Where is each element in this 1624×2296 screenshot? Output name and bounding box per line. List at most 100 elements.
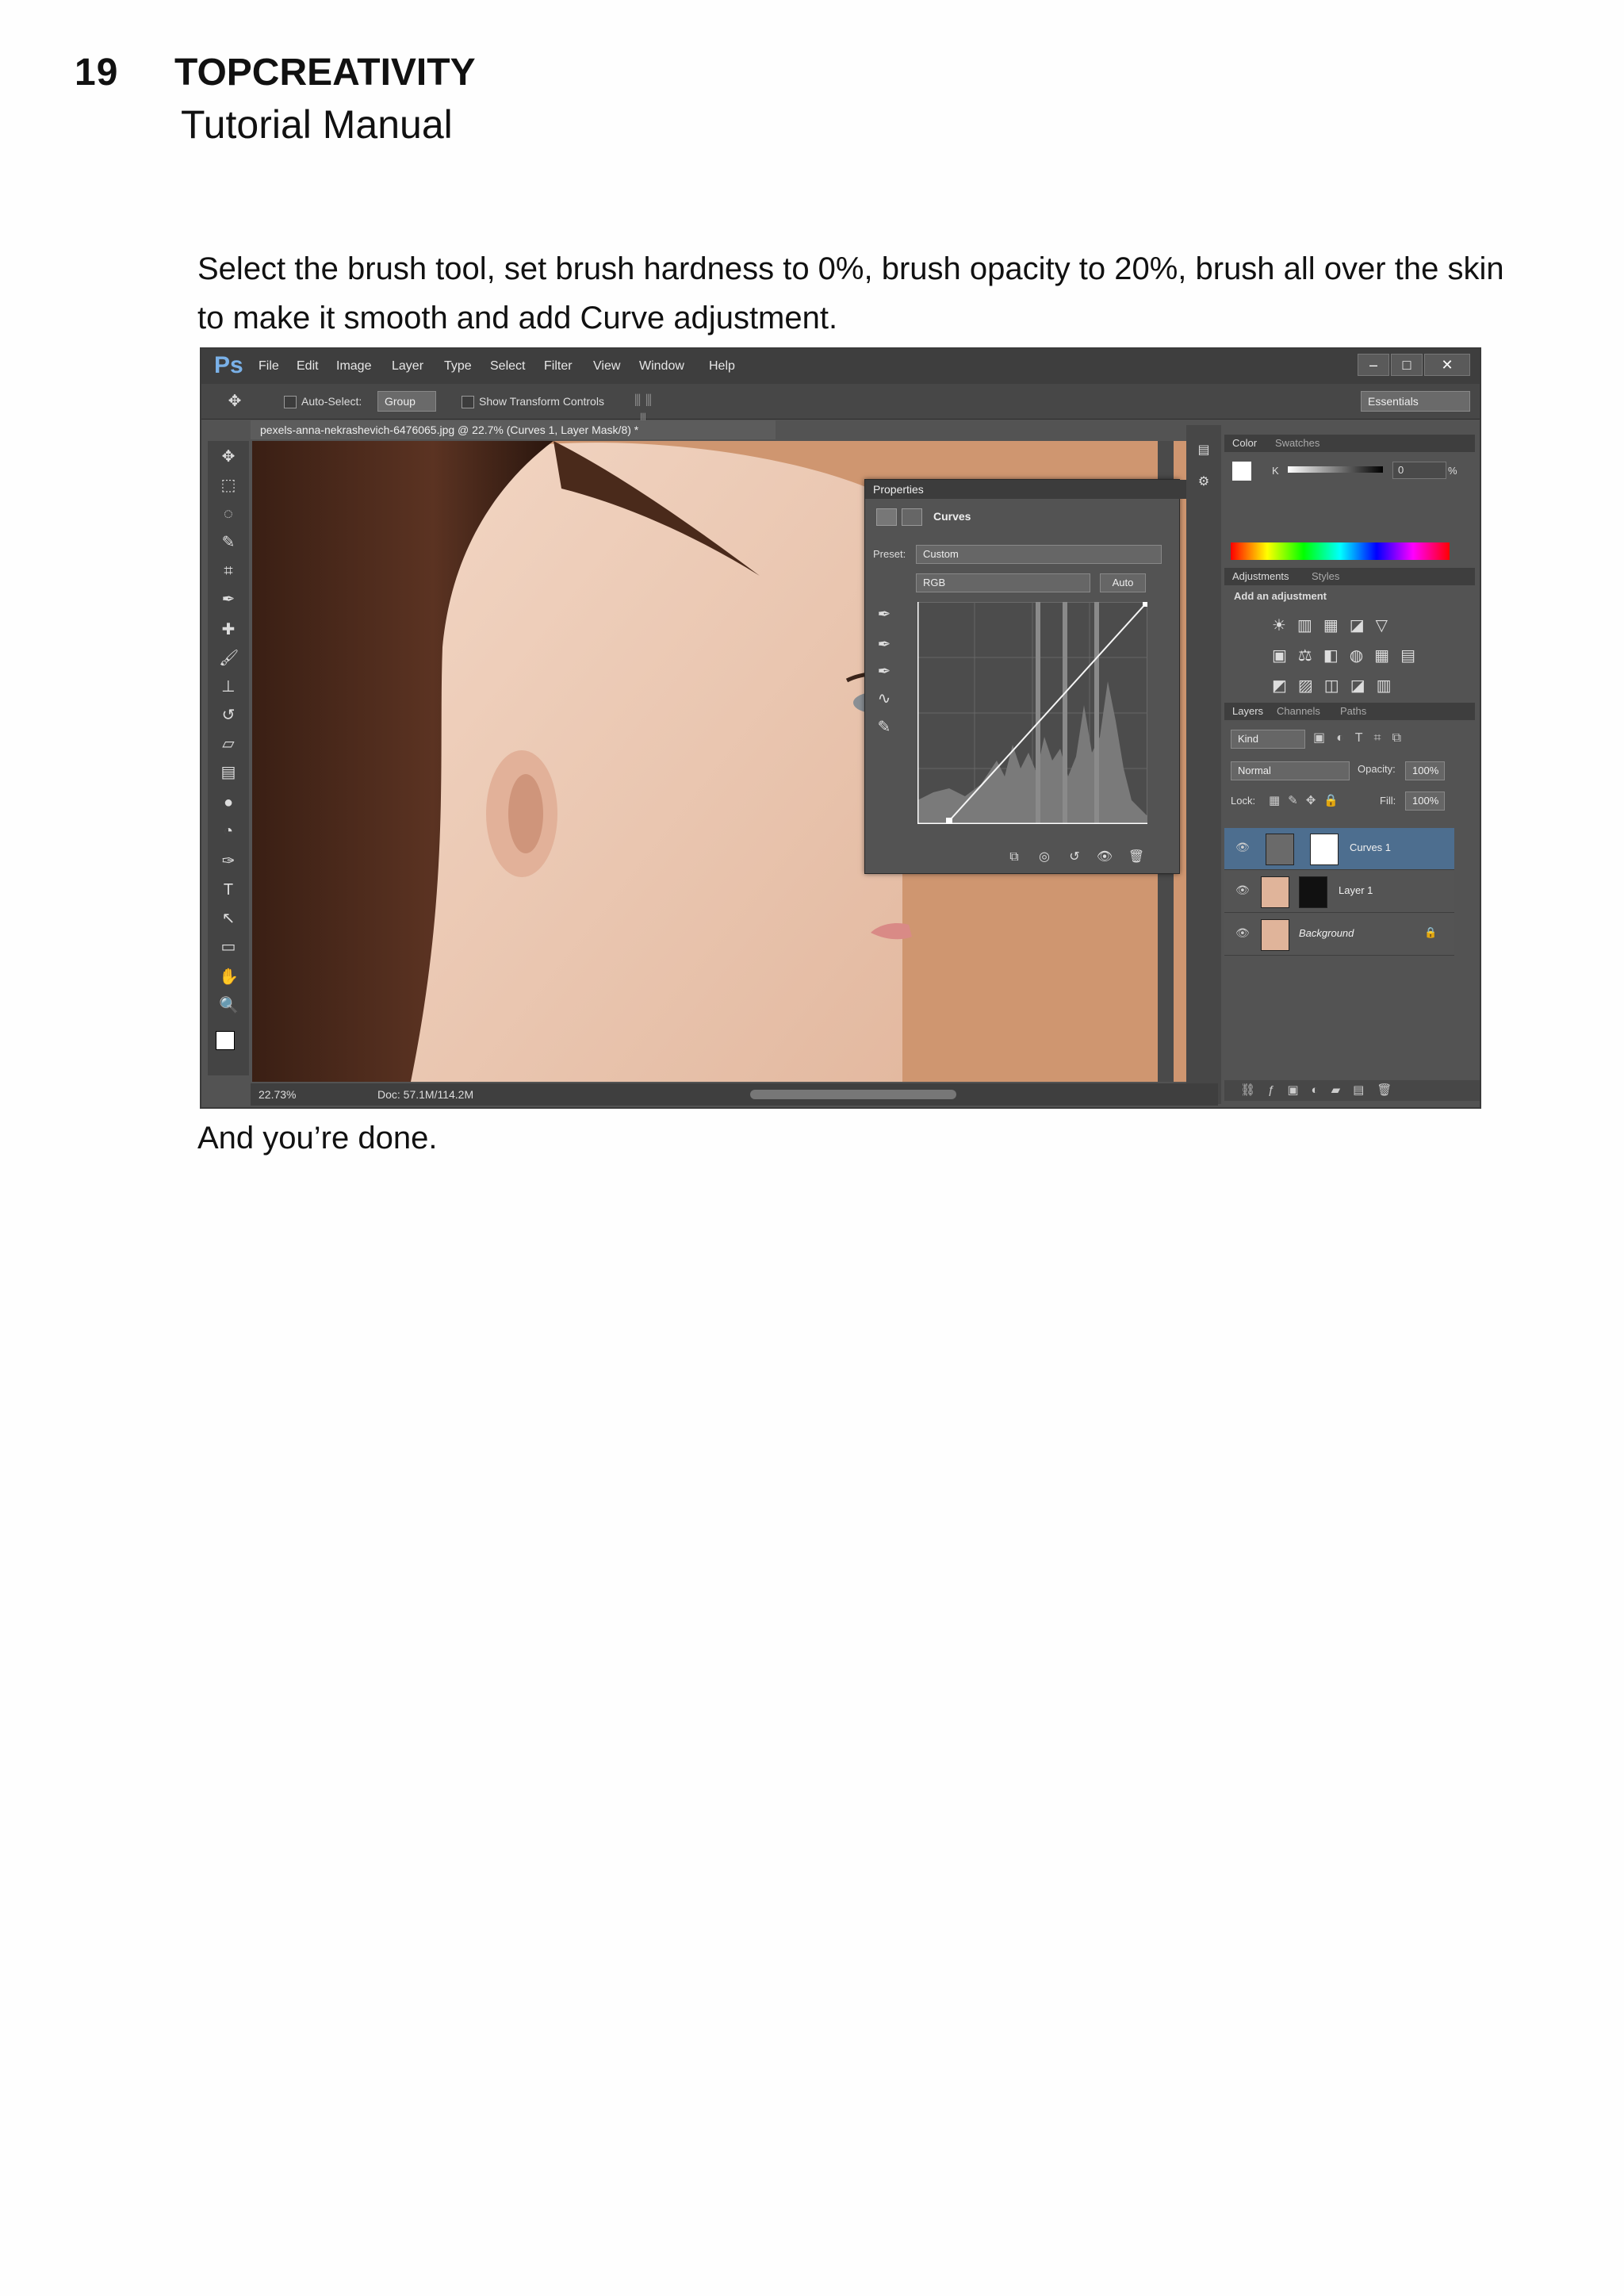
hand-tool-icon[interactable]: ✋: [219, 968, 239, 987]
menu-image[interactable]: Image: [336, 359, 371, 374]
horizontal-scrollbar[interactable]: [750, 1090, 956, 1099]
menu-window[interactable]: Window: [639, 359, 684, 374]
blend-mode-dropdown[interactable]: Normal: [1231, 761, 1350, 780]
visibility-icon[interactable]: 👁: [1095, 848, 1114, 867]
menu-edit[interactable]: Edit: [297, 359, 319, 374]
foreground-color-swatch[interactable]: [1232, 462, 1251, 481]
healing-brush-icon[interactable]: ✚: [219, 620, 238, 639]
marquee-tool-icon[interactable]: ⬚: [219, 476, 238, 495]
photoshop-screenshot: Ps File Edit Image Layer Type Select Fil…: [200, 347, 1481, 1109]
menu-filter[interactable]: Filter: [544, 359, 573, 374]
view-previous-icon[interactable]: ◎: [1035, 848, 1054, 867]
foreground-color-swatch[interactable]: [216, 1031, 235, 1050]
fill-input[interactable]: 100%: [1405, 792, 1445, 811]
properties-panel-icon[interactable]: ⚙: [1194, 473, 1213, 492]
menu-file[interactable]: File: [259, 359, 279, 374]
white-eyedropper-icon[interactable]: ✒: [875, 662, 894, 681]
trash-icon[interactable]: 🗑: [1127, 848, 1146, 867]
color-spectrum-bar[interactable]: [1231, 542, 1450, 560]
clip-to-layer-icon[interactable]: ⧉: [1005, 848, 1024, 867]
preset-dropdown[interactable]: Custom: [916, 545, 1162, 564]
k-slider[interactable]: [1288, 466, 1383, 473]
tab-styles[interactable]: Styles: [1312, 570, 1339, 582]
move-tool-icon[interactable]: ✥: [225, 392, 244, 411]
layer-row-layer1[interactable]: 👁 Layer 1: [1224, 871, 1454, 913]
eyedropper-icon[interactable]: ✒: [219, 590, 238, 609]
menu-layer[interactable]: Layer: [392, 359, 423, 374]
auto-button[interactable]: Auto: [1100, 573, 1146, 592]
eye-icon[interactable]: 👁: [1235, 884, 1250, 897]
close-icon[interactable]: ✕: [1424, 354, 1470, 376]
auto-select-dropdown[interactable]: Group: [377, 391, 436, 412]
zoom-level[interactable]: 22.73%: [259, 1088, 296, 1101]
menu-view[interactable]: View: [593, 359, 620, 374]
path-select-icon[interactable]: ↖: [219, 909, 238, 928]
layer-mask-thumbnail[interactable]: [1299, 876, 1327, 908]
tools-panel: ✥ ⬚ ◌ ✎ ⌗ ✒ ✚ 🖌 ⊥ ↺ ▱ ▤ ● ◔ ✑ T ↖ ▭ ✋ 🔍: [208, 441, 249, 1075]
layer-row-curves[interactable]: 👁 Curves 1: [1224, 828, 1454, 870]
workspace-dropdown[interactable]: Essentials: [1361, 391, 1470, 412]
curves-graph[interactable]: [917, 602, 1147, 824]
layers-footer-icons[interactable]: ⛓ƒ▣◐▰▤🗑: [1224, 1080, 1480, 1101]
layer-name: Background: [1299, 927, 1354, 939]
eraser-tool-icon[interactable]: ▱: [219, 734, 238, 753]
properties-title: Properties: [865, 480, 1187, 499]
lock-label: Lock:: [1231, 795, 1256, 807]
tab-channels[interactable]: Channels: [1277, 705, 1320, 717]
history-panel-icon[interactable]: ▤: [1194, 441, 1213, 460]
reset-icon[interactable]: ↺: [1065, 848, 1084, 867]
stamp-tool-icon[interactable]: ⊥: [219, 677, 238, 696]
layer-name: Curves 1: [1350, 841, 1392, 853]
zoom-tool-icon[interactable]: 🔍: [219, 996, 239, 1015]
tab-swatches[interactable]: Swatches: [1275, 437, 1320, 449]
type-tool-icon[interactable]: T: [219, 880, 238, 899]
layer-filter-icons[interactable]: ▣◐T⌗⧉: [1313, 730, 1412, 746]
instruction-paragraph: Select the brush tool, set brush hardnes…: [197, 251, 1504, 335]
brush-tool-icon[interactable]: 🖌: [219, 649, 239, 668]
transform-controls-label: Show Transform Controls: [479, 395, 604, 408]
document-tab[interactable]: pexels-anna-nekrashevich-6476065.jpg @ 2…: [251, 420, 776, 439]
curves-adjustment-icon: [876, 508, 897, 526]
tab-paths[interactable]: Paths: [1340, 705, 1366, 717]
dodge-tool-icon[interactable]: ◔: [219, 822, 238, 841]
layer-filter-dropdown[interactable]: Kind: [1231, 730, 1305, 749]
tab-layers[interactable]: Layers: [1232, 705, 1263, 717]
opacity-input[interactable]: 100%: [1405, 761, 1445, 780]
maximize-icon[interactable]: □: [1391, 354, 1423, 376]
pencil-icon[interactable]: ✎: [875, 718, 894, 737]
lock-icons[interactable]: ▦✎✥🔒: [1269, 793, 1346, 807]
sample-eyedropper-icon[interactable]: ✒: [875, 605, 894, 624]
menu-help[interactable]: Help: [709, 359, 735, 374]
shape-tool-icon[interactable]: ▭: [219, 937, 238, 956]
menu-select[interactable]: Select: [490, 359, 525, 374]
eye-icon[interactable]: 👁: [1235, 926, 1250, 940]
adjustment-icons[interactable]: ☀▥▦◪▽ ▣⚖◧◍▦▤ ◩▨◫◪▥: [1272, 611, 1454, 701]
menu-type[interactable]: Type: [444, 359, 472, 374]
status-bar: 22.73% Doc: 57.1M/114.2M: [251, 1083, 1218, 1106]
k-value-input[interactable]: 0: [1392, 462, 1446, 479]
tab-adjustments[interactable]: Adjustments: [1232, 570, 1289, 582]
gray-eyedropper-icon[interactable]: ✒: [875, 635, 894, 654]
crop-tool-icon[interactable]: ⌗: [219, 562, 238, 581]
channel-dropdown[interactable]: RGB: [916, 573, 1090, 592]
auto-select-label: Auto-Select:: [301, 395, 362, 408]
auto-select-checkbox[interactable]: [284, 396, 297, 408]
transform-controls-checkbox[interactable]: [462, 396, 474, 408]
curves-label: Curves: [933, 510, 971, 523]
tab-color[interactable]: Color: [1232, 437, 1257, 449]
layer-mask-thumbnail[interactable]: [1310, 834, 1339, 865]
options-bar: ✥ Auto-Select: Group Show Transform Cont…: [201, 384, 1480, 429]
layer-mask-icon[interactable]: [902, 508, 922, 526]
layer-row-background[interactable]: 👁 Background 🔒: [1224, 914, 1454, 956]
lasso-tool-icon[interactable]: ◌: [219, 504, 238, 523]
quick-select-icon[interactable]: ✎: [219, 533, 238, 552]
align-icons[interactable]: ⫴ ⫴ ⫴: [634, 392, 653, 429]
history-brush-icon[interactable]: ↺: [219, 706, 238, 725]
pen-tool-icon[interactable]: ✑: [219, 852, 238, 871]
eye-icon[interactable]: 👁: [1235, 841, 1250, 854]
gradient-tool-icon[interactable]: ▤: [219, 763, 238, 782]
minimize-icon[interactable]: –: [1358, 354, 1389, 376]
blur-tool-icon[interactable]: ●: [219, 793, 238, 812]
move-tool-icon[interactable]: ✥: [219, 447, 238, 466]
curve-point-icon[interactable]: ∿: [875, 689, 894, 708]
